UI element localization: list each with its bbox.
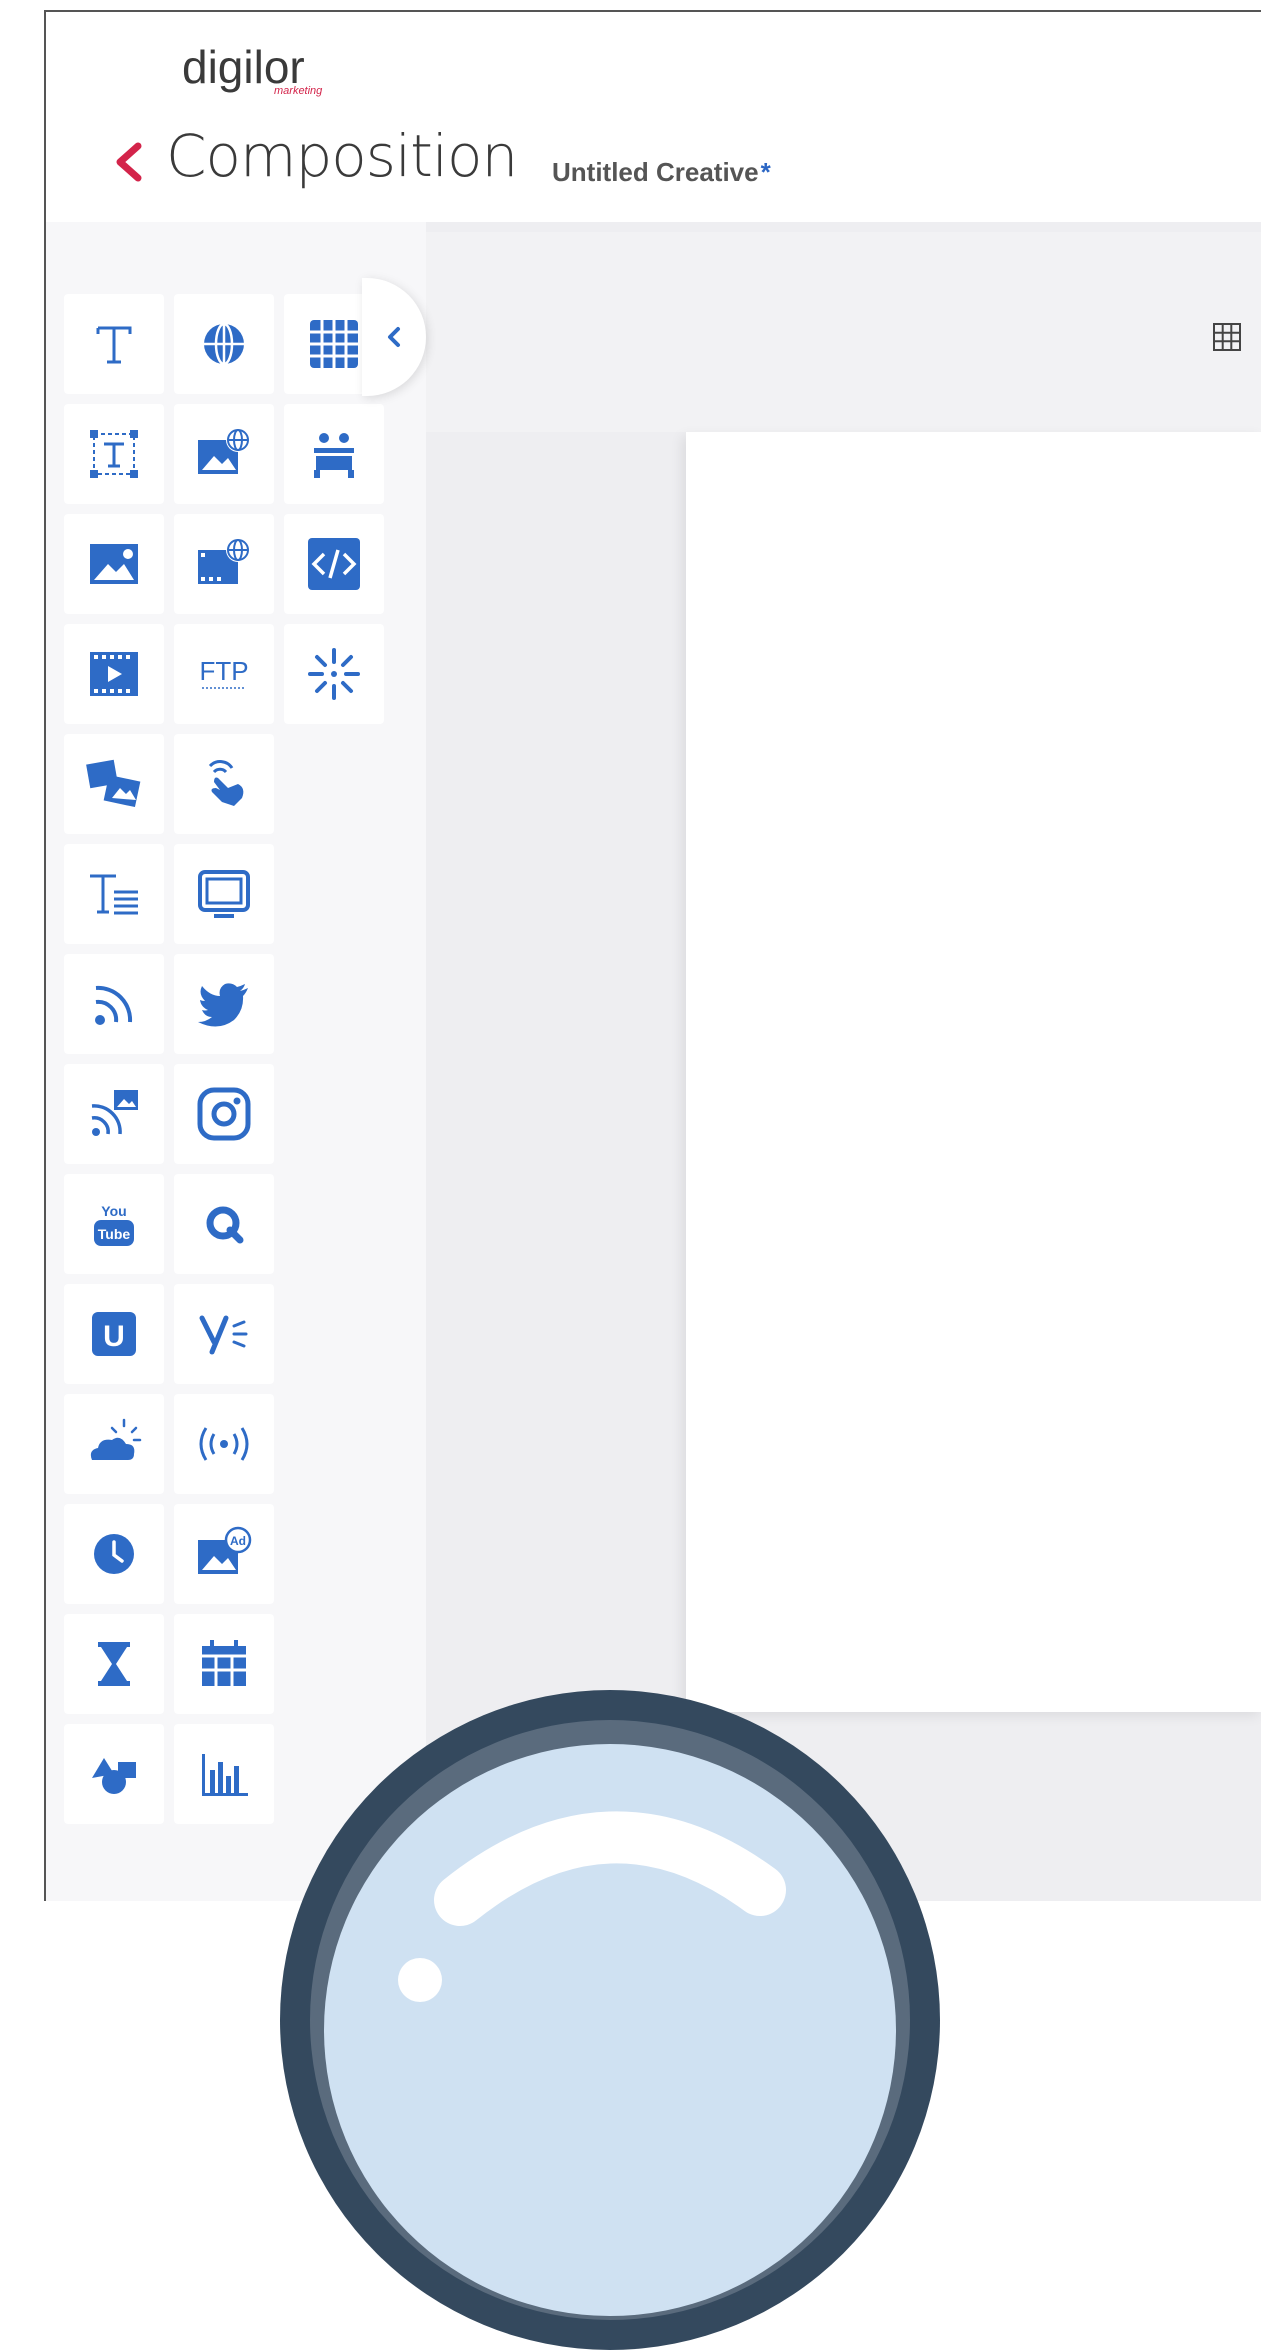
widget-yammer[interactable] [174,1284,274,1384]
widget-chart[interactable] [174,1724,274,1824]
canvas-toolbar [426,232,1261,432]
widget-rss-image[interactable] [64,1064,164,1164]
shapes-icon [92,1758,136,1794]
svg-text:You: You [101,1203,126,1219]
widget-clock[interactable] [64,1504,164,1604]
hourglass-icon [98,1642,130,1686]
youtube-icon: You Tube [94,1203,134,1246]
widget-sidebar: FTP You Tube U Ad [46,222,426,1901]
widget-u[interactable]: U [64,1284,164,1384]
widget-screen[interactable] [174,844,274,944]
ftp-label: FTP [199,656,248,686]
widget-video[interactable] [64,624,164,724]
widget-touch[interactable] [174,734,274,834]
code-icon [308,538,360,590]
unsaved-marker: * [760,157,771,187]
image-icon [90,544,138,584]
widget-ticker[interactable] [64,844,164,944]
document-name-text: Untitled Creative [552,157,759,187]
chevron-left-icon [388,327,400,347]
widget-twitter[interactable] [174,954,274,1054]
widget-youtube[interactable]: You Tube [64,1174,164,1274]
ftp-icon: FTP [199,656,249,689]
table-icon [310,320,358,368]
app-window: digilor marketing Composition Untitled C… [44,10,1261,1901]
logo-subtitle: marketing [274,85,323,97]
widget-html[interactable] [284,514,384,614]
text-ticker-icon [90,874,138,915]
widget-image[interactable] [64,514,164,614]
widget-text-frame[interactable] [64,404,164,504]
widget-shapes[interactable] [64,1724,164,1824]
ad-image-icon: Ad [198,1526,252,1574]
widget-calendar[interactable] [174,1614,274,1714]
queue-icon [206,1206,244,1244]
touch-icon [208,760,244,806]
twitter-icon [198,983,248,1027]
widget-countdown[interactable] [64,1614,164,1714]
slideshow-icon [86,759,141,808]
widget-rss[interactable] [64,954,164,1054]
text-frame-icon [90,430,138,478]
rss-image-icon [91,1090,138,1136]
text-icon [96,326,132,364]
widget-people[interactable] [284,404,384,504]
broadcast-icon [199,1427,249,1461]
globe-icon [204,322,244,366]
widget-ftp[interactable]: FTP [174,624,274,724]
clock-icon [94,1534,134,1574]
calendar-icon [202,1640,246,1686]
widget-web-image[interactable] [174,404,274,504]
u-icon: U [92,1312,136,1356]
composition-canvas[interactable] [686,432,1261,1712]
yammer-icon [199,1315,248,1355]
grid-toggle-icon[interactable] [1210,320,1244,354]
screen-icon [198,870,250,918]
video-icon [90,652,138,696]
u-label: U [103,1320,125,1353]
document-name[interactable]: Untitled Creative* [552,157,771,188]
widget-web-video[interactable] [174,514,274,614]
widget-weather[interactable] [64,1394,164,1494]
people-icon [314,433,354,478]
web-video-icon [198,538,250,584]
svg-text:Tube: Tube [98,1226,131,1242]
widget-queue[interactable] [174,1174,274,1274]
spinner-icon [308,648,360,700]
chart-icon [202,1754,248,1796]
widget-web[interactable] [174,294,274,394]
widget-text[interactable] [64,294,164,394]
widget-broadcast[interactable] [174,1394,274,1494]
widget-ad[interactable]: Ad [174,1504,274,1604]
instagram-icon [197,1087,251,1141]
header: digilor marketing Composition Untitled C… [46,12,1261,222]
widget-instagram[interactable] [174,1064,274,1164]
mascot-illustration [280,1690,940,2350]
rss-icon [95,985,133,1025]
widget-loading[interactable] [284,624,384,724]
page-title: Composition [166,122,518,190]
back-chevron-icon[interactable] [108,132,148,192]
widget-slideshow[interactable] [64,734,164,834]
web-image-icon [198,428,250,474]
ad-label: Ad [230,1534,246,1548]
weather-icon [90,1418,142,1460]
